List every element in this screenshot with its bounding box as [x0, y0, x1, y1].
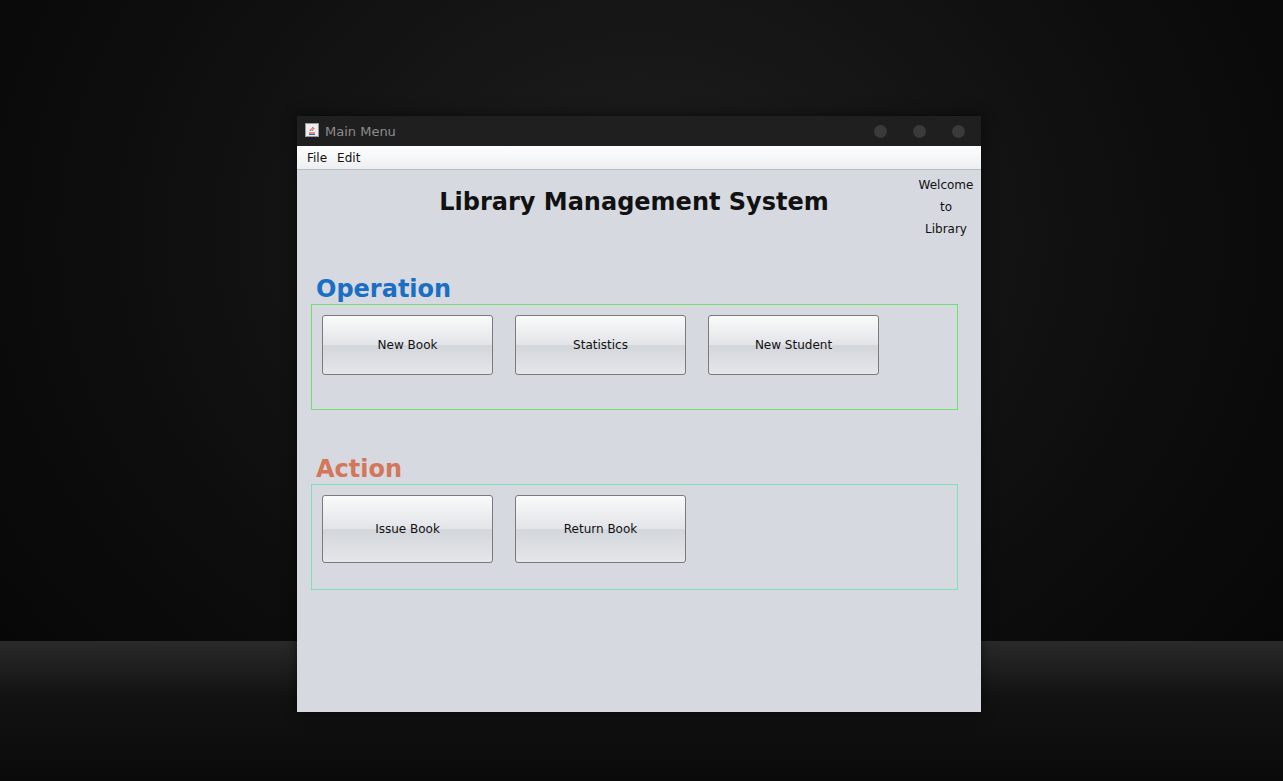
header: Library Management SystemWelcometoLibrar…: [311, 170, 958, 266]
java-icon: [305, 122, 319, 141]
window-controls: [874, 125, 971, 138]
section-title: Action: [311, 454, 958, 484]
title-bar: Main Menu: [297, 116, 981, 146]
close-button[interactable]: [952, 125, 965, 138]
window-title: Main Menu: [325, 124, 868, 139]
app-title: Library Management System: [311, 170, 917, 266]
action-button[interactable]: New Student: [708, 315, 879, 375]
section-title: Operation: [311, 274, 958, 304]
menu-item[interactable]: File: [303, 149, 331, 167]
action-button[interactable]: Statistics: [515, 315, 686, 375]
content-panel: Library Management SystemWelcometoLibrar…: [297, 170, 981, 712]
button-group: Issue Book Return Book: [311, 484, 958, 590]
action-button[interactable]: Issue Book: [322, 495, 493, 563]
welcome-line: to: [940, 196, 952, 218]
maximize-button[interactable]: [913, 125, 926, 138]
action-button[interactable]: New Book: [322, 315, 493, 375]
menu-item[interactable]: Edit: [333, 149, 364, 167]
main-menu-window: Main MenuFileEditLibrary Management Syst…: [297, 116, 981, 712]
welcome-line: Welcome: [919, 174, 974, 196]
welcome-label: WelcometoLibrary: [917, 170, 975, 266]
action-button[interactable]: Return Book: [515, 495, 686, 563]
minimize-button[interactable]: [874, 125, 887, 138]
button-group: New Book Statistics New Student: [311, 304, 958, 410]
welcome-line: Library: [925, 218, 967, 240]
menu-bar: FileEdit: [297, 146, 981, 170]
